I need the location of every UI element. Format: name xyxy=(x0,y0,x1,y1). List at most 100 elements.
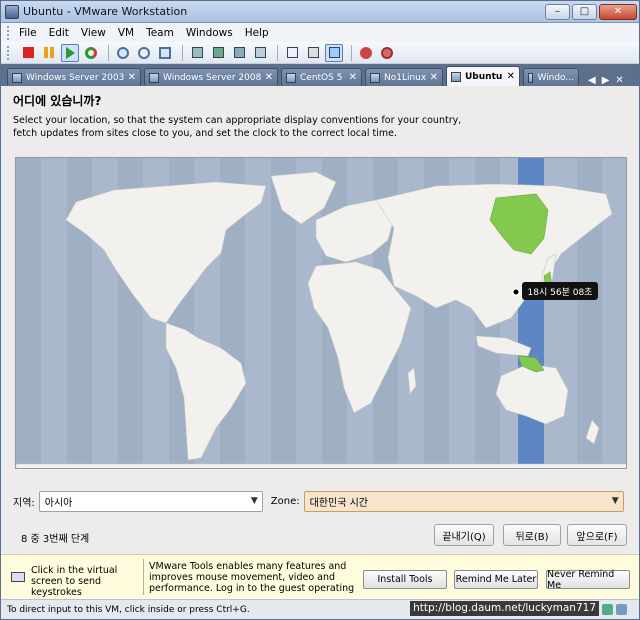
tab-close-icon[interactable]: ✕ xyxy=(615,75,623,86)
keyboard-icon xyxy=(11,572,25,582)
toolbar-separator xyxy=(108,44,109,61)
close-icon[interactable]: ✕ xyxy=(507,71,515,82)
fit-guest-button[interactable] xyxy=(325,43,343,62)
maximize-button[interactable]: □ xyxy=(572,3,597,20)
tab-windows[interactable]: Windo... xyxy=(523,68,579,86)
region-value: 아시아 xyxy=(44,497,73,509)
snapshot-icon xyxy=(117,46,129,59)
tab-windows-server-2008[interactable]: Windows Server 2008 ✕ xyxy=(144,68,278,86)
view-fullscreen-button[interactable] xyxy=(209,44,227,62)
installer-footer: 8 중 3번째 단계 끝내기(Q) 뒤로(B) 앞으로(F) xyxy=(13,524,629,548)
window-title: Ubuntu - VMware Workstation xyxy=(23,5,188,18)
snapshot-manager-icon xyxy=(159,46,171,59)
close-button[interactable]: ✕ xyxy=(599,3,637,20)
tab-scroll-right-icon[interactable]: ▶ xyxy=(602,75,610,86)
zone-select[interactable]: 대한민국 시간 ▼ xyxy=(303,490,624,512)
status-bar: To direct input to this VM, click inside… xyxy=(1,599,639,619)
revert-snapshot-button[interactable] xyxy=(135,44,153,62)
tab-label: No1Linux xyxy=(384,72,427,83)
toolbar xyxy=(1,42,639,64)
menu-bar: File Edit View VM Team Windows Help xyxy=(1,23,639,42)
fullscreen-icon xyxy=(212,47,224,58)
location-description: Select your location, so that the system… xyxy=(13,115,462,139)
title-bar[interactable]: Ubuntu - VMware Workstation – □ ✕ xyxy=(1,1,639,23)
reset-button[interactable] xyxy=(82,44,100,62)
play-icon xyxy=(65,46,75,59)
vm-icon xyxy=(370,72,380,83)
summary-view-button[interactable] xyxy=(283,44,301,62)
toolbar-separator xyxy=(351,44,352,61)
vm-icon xyxy=(149,72,159,83)
tab-label: Ubuntu xyxy=(465,71,503,82)
reset-icon xyxy=(85,46,97,59)
menu-team[interactable]: Team xyxy=(146,27,174,39)
chevron-down-icon: ▼ xyxy=(611,495,619,506)
quickswitch-icon xyxy=(233,47,245,58)
never-remind-button[interactable]: Never Remind Me xyxy=(546,569,630,591)
power-off-button[interactable] xyxy=(19,44,37,62)
view-unity-button[interactable] xyxy=(251,44,269,62)
console-view-button[interactable] xyxy=(304,44,322,62)
vm-icon xyxy=(528,72,534,83)
close-icon[interactable]: ✕ xyxy=(430,72,438,83)
page-title: 어디에 있습니까? xyxy=(13,94,102,108)
suspend-button[interactable] xyxy=(40,44,58,62)
zone-value: 대한민국 시간 xyxy=(309,497,368,509)
view-normal-button[interactable] xyxy=(188,44,206,62)
remind-later-button[interactable]: Remind Me Later xyxy=(454,570,538,589)
tab-no1linux[interactable]: No1Linux ✕ xyxy=(365,68,443,86)
close-icon[interactable]: ✕ xyxy=(265,72,273,83)
tab-label: Windo... xyxy=(537,72,574,83)
summary-icon xyxy=(286,47,298,58)
team-button[interactable] xyxy=(357,44,375,62)
location-selectors: 지역: 아시아 ▼ Zone: 대한민국 시간 ▼ xyxy=(13,490,629,512)
tab-windows-server-2003[interactable]: Windows Server 2003 ✕ xyxy=(7,68,141,86)
gear-icon xyxy=(381,46,393,59)
menu-edit[interactable]: Edit xyxy=(49,27,69,39)
usb-icon[interactable] xyxy=(616,604,627,615)
minimize-button[interactable]: – xyxy=(545,3,570,20)
world-map[interactable]: 18시 56분 08초 xyxy=(16,158,627,469)
menu-vm[interactable]: VM xyxy=(118,27,134,39)
stop-icon xyxy=(22,47,34,58)
vm-icon xyxy=(451,71,461,82)
tools-message: VMware Tools enables many features and i… xyxy=(149,561,355,594)
snapshot-manager-button[interactable] xyxy=(156,44,174,62)
unity-icon xyxy=(254,47,266,58)
tab-label: Windows Server 2003 xyxy=(26,72,125,83)
guest-screen[interactable]: 어디에 있습니까? Select your location, so that … xyxy=(5,86,637,552)
region-select[interactable]: 아시아 ▼ xyxy=(38,490,263,512)
timezone-map[interactable]: 18시 56분 08초 xyxy=(15,157,627,469)
status-text: To direct input to this VM, click inside… xyxy=(7,604,250,615)
revert-icon xyxy=(138,46,150,59)
menu-help[interactable]: Help xyxy=(245,27,269,39)
notice-separator xyxy=(143,559,144,595)
toolbar-grip xyxy=(7,45,11,60)
menu-file[interactable]: File xyxy=(19,27,37,39)
install-tools-button[interactable]: Install Tools xyxy=(363,570,447,589)
tab-centos-5[interactable]: CentOS 5 ✕ xyxy=(281,68,362,86)
tab-ubuntu[interactable]: Ubuntu ✕ xyxy=(446,66,520,86)
preferences-button[interactable] xyxy=(378,44,396,62)
fit-guest-icon xyxy=(328,47,340,58)
toolbar-separator xyxy=(277,44,278,61)
close-icon[interactable]: ✕ xyxy=(349,72,357,83)
menu-windows[interactable]: Windows xyxy=(186,27,233,39)
network-icon[interactable] xyxy=(602,604,613,615)
power-on-button[interactable] xyxy=(61,43,79,62)
vm-icon xyxy=(12,72,22,83)
vm-icon xyxy=(286,72,296,83)
back-button[interactable]: 뒤로(B) xyxy=(503,524,561,546)
view-quickswitch-button[interactable] xyxy=(230,44,248,62)
close-icon[interactable]: ✕ xyxy=(128,72,136,83)
quit-button[interactable]: 끝내기(Q) xyxy=(434,524,494,546)
forward-button[interactable]: 앞으로(F) xyxy=(567,524,627,546)
pause-icon xyxy=(44,47,54,58)
selected-city-marker[interactable] xyxy=(512,288,520,296)
console-icon xyxy=(307,47,319,58)
window-icon xyxy=(191,47,203,58)
menu-view[interactable]: View xyxy=(81,27,106,39)
menu-grip xyxy=(7,25,11,40)
snapshot-button[interactable] xyxy=(114,44,132,62)
tab-scroll-left-icon[interactable]: ◀ xyxy=(588,75,596,86)
